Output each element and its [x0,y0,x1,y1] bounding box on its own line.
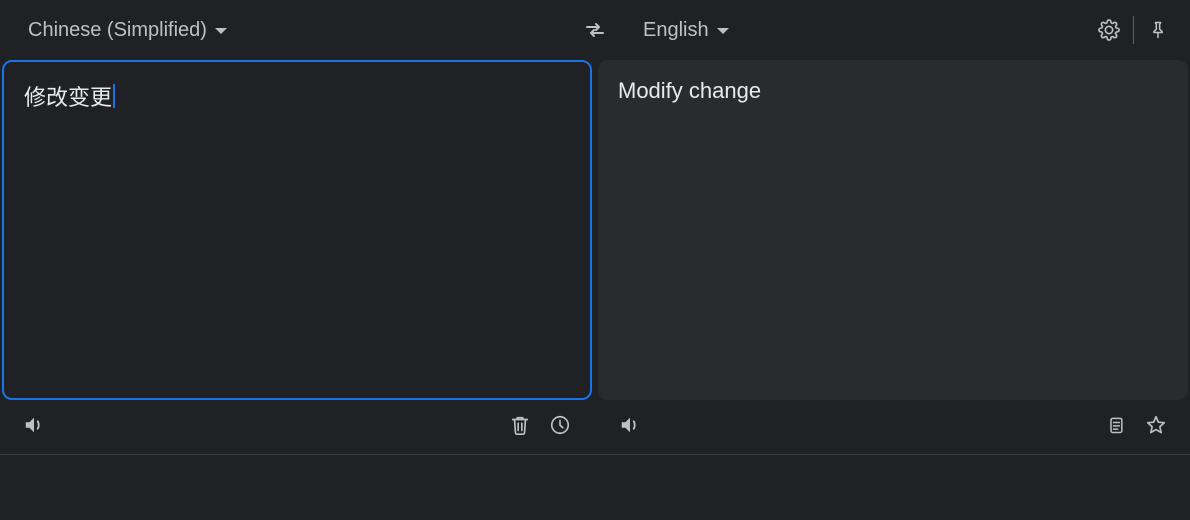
target-toolbar [598,400,1188,450]
text-cursor [113,84,115,108]
pin-icon [1148,20,1168,40]
source-language-label: Chinese (Simplified) [28,19,207,42]
source-pane: 修改变更 [2,60,592,450]
target-output: Modify change [598,60,1188,400]
source-toolbar [2,400,592,450]
target-language-selector[interactable]: English [635,13,737,48]
target-text: Modify change [618,78,761,103]
swap-languages-button[interactable] [577,12,613,48]
source-language-selector[interactable]: Chinese (Simplified) [20,13,235,48]
target-pane: Modify change [598,60,1188,450]
history-icon [549,414,571,436]
source-textarea[interactable]: 修改变更 [2,60,592,400]
chevron-down-icon [717,28,729,34]
history-button[interactable] [540,405,580,445]
translation-body: 修改变更 Modi [0,60,1190,450]
header-right-icons [1089,10,1178,50]
speaker-icon [23,414,45,436]
save-button[interactable] [1136,405,1176,445]
source-text: 修改变更 [24,85,112,110]
gear-icon [1098,19,1120,41]
star-icon [1145,414,1167,436]
trash-icon [509,414,531,436]
settings-button[interactable] [1089,10,1129,50]
pin-button[interactable] [1138,10,1178,50]
copy-icon [1106,414,1126,436]
target-language-label: English [643,19,709,42]
clear-button[interactable] [500,405,540,445]
swap-icon [583,18,607,42]
listen-target-button[interactable] [610,405,650,445]
footer-area [0,454,1190,514]
header-bar: Chinese (Simplified) English [0,0,1190,60]
speaker-icon [619,414,641,436]
listen-source-button[interactable] [14,405,54,445]
chevron-down-icon [215,28,227,34]
divider [1133,16,1134,44]
copy-button[interactable] [1096,405,1136,445]
